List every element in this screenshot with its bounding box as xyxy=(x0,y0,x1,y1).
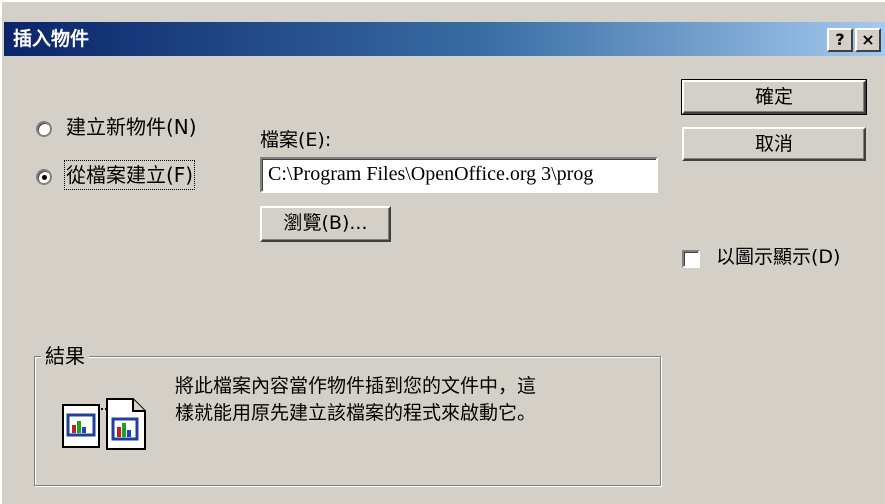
result-line-2: 樣就能用原先建立該檔案的程式來啟動它。 xyxy=(175,402,537,424)
radio-selected-dot xyxy=(42,175,47,180)
cancel-button[interactable]: 取消 xyxy=(682,127,866,161)
dialog-title: 插入物件 xyxy=(13,28,90,50)
result-line-1: 將此檔案內容當作物件插到您的文件中，這 xyxy=(175,375,537,397)
radio-create-new[interactable] xyxy=(36,121,52,137)
radio-create-new-label[interactable]: 建立新物件(N) xyxy=(66,114,197,140)
title-bar[interactable]: 插入物件 ? × xyxy=(4,22,885,56)
radio-create-from-file[interactable] xyxy=(36,169,52,185)
ok-button[interactable]: 確定 xyxy=(681,79,867,115)
insert-from-file-icon xyxy=(61,385,151,465)
result-legend: 結果 xyxy=(41,343,89,369)
file-path-input[interactable]: C:\Program Files\OpenOffice.org 3\prog xyxy=(260,157,658,193)
browse-button[interactable]: 瀏覽(B)... xyxy=(260,206,391,242)
close-button[interactable]: × xyxy=(855,28,881,52)
display-as-icon-checkbox[interactable] xyxy=(682,250,700,268)
radio-create-from-file-label[interactable]: 從檔案建立(F) xyxy=(63,160,196,190)
result-description: 將此檔案內容當作物件插到您的文件中，這 樣就能用原先建立該檔案的程式來啟動它。 xyxy=(175,373,655,427)
result-group: 結果 將此檔案內容當作物件插到您的文件中，這 樣就能用原先建立該檔案的程式來啟動… xyxy=(34,343,661,486)
display-as-icon-label[interactable]: 以圖示顯示(D) xyxy=(716,244,840,270)
help-button[interactable]: ? xyxy=(827,28,853,52)
file-label: 檔案(E): xyxy=(260,129,332,151)
insert-object-dialog: 插入物件 ? × 建立新物件(N) 從檔案建立(F) 檔案(E): C:\Pro… xyxy=(0,0,885,504)
